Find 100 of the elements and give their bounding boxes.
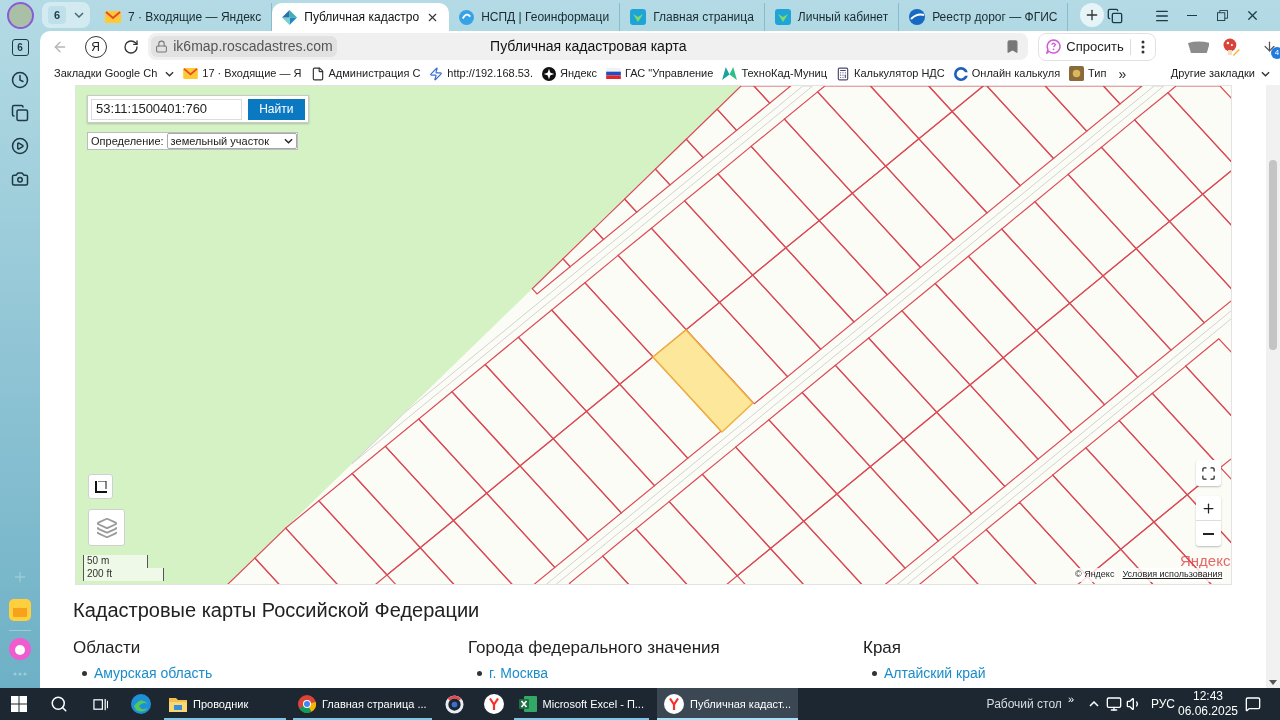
y-logo-icon — [664, 694, 684, 714]
new-tab-button[interactable] — [1080, 3, 1105, 27]
minimize-icon — [1187, 15, 1197, 16]
terms-link[interactable]: Условия использования — [1121, 568, 1224, 582]
chevron-down-icon — [74, 12, 84, 18]
emblem-icon — [630, 9, 647, 25]
question-bubble-icon — [1046, 39, 1062, 54]
clock-button[interactable]: 12:43 06.06.2025 — [1178, 688, 1238, 720]
taskbar-app[interactable]: Microsoft Excel - П... — [511, 688, 651, 720]
bullet-icon — [872, 670, 877, 676]
bookmark-link[interactable]: ГАС "Управление — [606, 65, 714, 82]
page-heading: Кадастровые карты Российской Федерации — [73, 598, 481, 622]
downloads-badge: 4 — [1271, 46, 1280, 59]
monitor-icon[interactable] — [1106, 696, 1122, 712]
ring-logo-icon — [445, 694, 465, 714]
definition-select[interactable]: земельный участок — [166, 133, 297, 149]
scrollbar-thumb[interactable] — [1269, 160, 1277, 350]
bookmark-link[interactable]: Администрация С — [310, 65, 421, 82]
lightning-icon — [429, 66, 444, 81]
task-view-icon — [92, 696, 108, 712]
definition-label: Определение: — [90, 133, 165, 149]
reload-icon — [123, 38, 140, 55]
bookmark-link[interactable]: ТехноКад-Муниц — [722, 65, 827, 82]
tabs-count-button[interactable]: 6 — [11, 39, 29, 56]
scale-bar: 50 m — [83, 555, 148, 568]
bookmark-link[interactable]: Тип — [1069, 65, 1107, 82]
section-heading: Края — [863, 637, 903, 659]
browser-tab[interactable]: Публичная кадастро — [272, 3, 450, 31]
document-icon — [310, 66, 325, 81]
scroll-down-icon[interactable] — [1269, 680, 1277, 685]
overlapping-squares-icon[interactable] — [1107, 7, 1123, 24]
chevron-down-icon — [1261, 70, 1270, 77]
ring-logo-icon — [953, 66, 968, 81]
search-field[interactable]: 53:11:1500401:760 — [91, 98, 242, 120]
region-link[interactable]: Алтайский край — [884, 664, 986, 682]
bookmark-link[interactable]: 17 · Входящие — Я — [183, 65, 302, 82]
ruler-button[interactable] — [88, 474, 113, 499]
taskbar-app[interactable]: Главная страница ... — [291, 688, 434, 720]
play-icon[interactable] — [11, 137, 29, 155]
zoom-out-button[interactable] — [1196, 521, 1221, 546]
ruler-icon — [94, 480, 107, 493]
bookmarks-overflow-button[interactable]: » — [1118, 66, 1127, 81]
stacked-pages-icon[interactable] — [11, 104, 29, 122]
fullscreen-icon — [1201, 465, 1216, 481]
address-bar[interactable]: ik6map.roscadastres.com Публичная кадастровая карта — [148, 33, 1029, 60]
y-logo-icon — [483, 694, 504, 714]
region-link[interactable]: г. Москва — [489, 664, 548, 682]
other-bookmarks-folder[interactable]: Другие закладки — [1170, 65, 1270, 82]
cap-icon[interactable] — [1187, 40, 1210, 53]
circle-logo-icon — [542, 66, 556, 81]
lock-icon — [155, 40, 169, 53]
swirl-logo-icon — [459, 9, 475, 25]
bookmark-link[interactable]: Онлайн калькуля — [953, 65, 1061, 82]
restore-icon — [1216, 10, 1228, 21]
region-link[interactable]: Амурская область — [94, 664, 213, 682]
copyright-text: © Яндекс — [1074, 568, 1116, 582]
bookmark-link[interactable]: Калькулятор НДС — [835, 65, 945, 82]
taskbar-app[interactable]: Публичная кадаст... — [657, 688, 799, 720]
folder-icon — [169, 696, 187, 712]
download-icon — [1261, 39, 1277, 54]
camera-icon[interactable] — [11, 170, 29, 188]
profile-avatar[interactable] — [6, 2, 34, 29]
search-icon — [50, 695, 68, 713]
mushroom-icon[interactable] — [1222, 37, 1241, 56]
calculator-icon — [835, 66, 850, 81]
taskbar-app[interactable]: Проводник — [162, 688, 288, 720]
clock-icon[interactable] — [11, 71, 29, 89]
plus-icon — [1201, 500, 1216, 516]
fullscreen-button[interactable] — [1196, 460, 1221, 486]
globe-swoosh-icon — [909, 9, 926, 25]
envelope-icon — [105, 11, 121, 23]
bullet-icon — [477, 670, 482, 676]
minus-icon — [1203, 532, 1214, 535]
peaks-logo-icon — [722, 67, 738, 80]
ask-button[interactable]: Спросить — [1039, 33, 1130, 60]
kebab-icon — [1140, 39, 1145, 54]
envelope-icon — [183, 68, 199, 79]
zoom-in-button[interactable] — [1196, 496, 1221, 521]
bookmark-link[interactable]: http://192.168.53. — [429, 65, 533, 82]
circle-dot-icon[interactable] — [9, 638, 31, 660]
tab-group-button[interactable]: 6 — [42, 2, 90, 28]
bookmark-icon[interactable] — [1005, 39, 1021, 54]
section-heading: Области — [73, 637, 142, 659]
layers-icon — [95, 516, 118, 539]
desktop-toolbar-label: Рабочий стол — [986, 696, 1062, 713]
language-button[interactable]: РУС — [1148, 695, 1178, 713]
wave-logo-icon — [131, 694, 151, 714]
bookmark-link[interactable]: Яндекс — [542, 65, 597, 82]
url-text: ik6map.roscadastres.com — [173, 37, 333, 56]
emblem-icon — [774, 9, 791, 25]
page-title: Публичная кадастровая карта — [490, 37, 687, 56]
speech-bubble-icon — [1245, 696, 1261, 712]
app-tile-icon[interactable] — [9, 599, 31, 621]
toolbar-overflow-button[interactable]: » — [1067, 693, 1074, 705]
section-heading: Города федерального значения — [468, 637, 721, 659]
downloads-button[interactable]: 4 — [1258, 34, 1280, 59]
search-button[interactable]: Найти — [247, 98, 305, 120]
flag-icon — [606, 68, 621, 79]
bookmark-folder[interactable]: Закладки Google Ch — [54, 65, 175, 82]
layers-button[interactable] — [88, 509, 125, 546]
